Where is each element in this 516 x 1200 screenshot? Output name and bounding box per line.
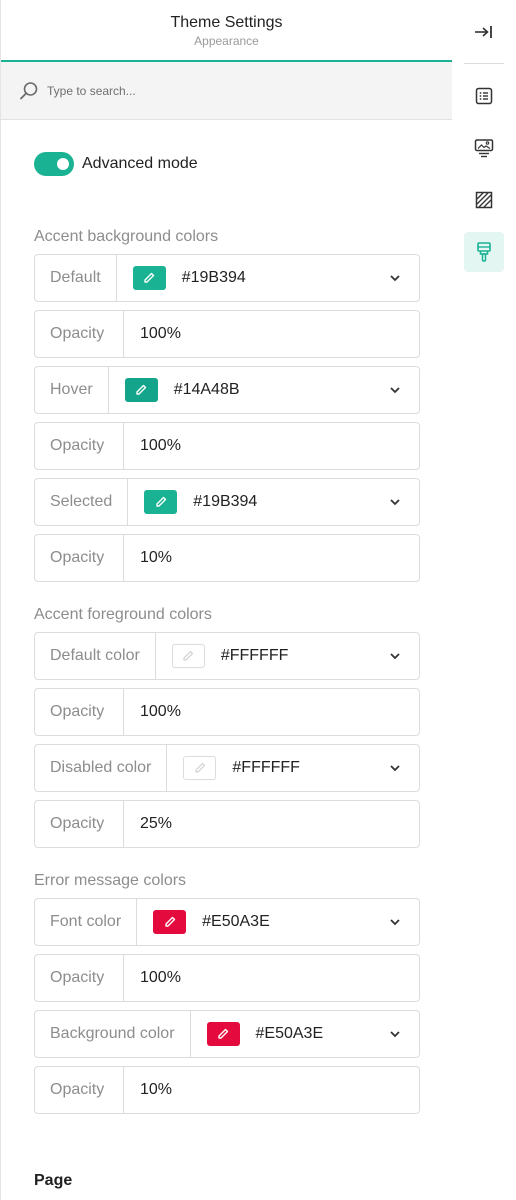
row-label: Disabled color xyxy=(35,745,168,791)
color-swatch[interactable] xyxy=(132,266,166,290)
eyedropper-icon xyxy=(183,650,194,661)
list-icon xyxy=(475,87,493,105)
general-tab-button[interactable] xyxy=(464,76,504,116)
toggle-knob xyxy=(57,158,69,170)
color-swatch[interactable] xyxy=(183,756,217,780)
eyedropper-icon xyxy=(156,496,166,507)
color-value[interactable]: #14A48B xyxy=(174,381,383,399)
panel-subtitle: Appearance xyxy=(194,34,259,48)
eyedropper-icon xyxy=(195,762,205,773)
accent-foreground-section: Accent foreground colors Default color #… xyxy=(34,606,420,848)
header-tab-button[interactable] xyxy=(464,128,504,168)
appearance-tab-button[interactable] xyxy=(464,232,504,272)
sidebar-divider xyxy=(464,63,504,64)
accent-fg-disabled-color: Disabled color #FFFFFF xyxy=(34,744,420,792)
chevron-down-icon[interactable] xyxy=(383,498,407,506)
accent-bg-default-opacity: Opacity 100% xyxy=(34,310,420,358)
accent-bg-hover-color: Hover #14A48B xyxy=(34,366,420,414)
color-swatch[interactable] xyxy=(124,378,158,402)
row-label: Font color xyxy=(35,899,138,945)
search-bar xyxy=(1,62,452,120)
right-sidebar xyxy=(452,0,516,1200)
section-title: Accent background colors xyxy=(34,228,219,245)
hatched-square-icon xyxy=(475,191,493,209)
advanced-mode-row: Advanced mode xyxy=(34,152,419,176)
row-label: Opacity xyxy=(35,801,124,847)
panel-header: Theme Settings Appearance xyxy=(1,0,452,62)
error-background-color: Background color #E50A3E xyxy=(34,1010,420,1058)
error-background-opacity: Opacity 10% xyxy=(34,1066,420,1114)
opacity-input[interactable]: 100% xyxy=(124,437,181,455)
background-tab-button[interactable] xyxy=(464,180,504,220)
eyedropper-icon xyxy=(136,384,147,395)
collapse-panel-icon xyxy=(475,26,492,38)
chevron-down-icon[interactable] xyxy=(383,386,407,394)
panel-title: Theme Settings xyxy=(170,14,283,31)
section-title: Accent foreground colors xyxy=(34,606,212,623)
color-value[interactable]: #19B394 xyxy=(193,493,383,511)
accent-bg-default-color: Default #19B394 xyxy=(34,254,420,302)
opacity-input[interactable]: 100% xyxy=(124,703,181,721)
color-value[interactable]: #FFFFFF xyxy=(232,759,383,777)
paint-brush-icon xyxy=(477,242,491,262)
accent-fg-disabled-opacity: Opacity 25% xyxy=(34,800,420,848)
color-value[interactable]: #E50A3E xyxy=(202,913,383,931)
advanced-mode-label: Advanced mode xyxy=(82,155,198,172)
eyedropper-icon xyxy=(144,272,155,283)
row-label: Background color xyxy=(35,1011,191,1057)
opacity-input[interactable]: 25% xyxy=(124,815,172,833)
opacity-input[interactable]: 100% xyxy=(124,325,181,343)
accent-bg-selected-opacity: Opacity 10% xyxy=(34,534,420,582)
accent-bg-selected-color: Selected #19B394 xyxy=(34,478,420,526)
row-label: Opacity xyxy=(35,311,124,357)
opacity-input[interactable]: 10% xyxy=(124,549,172,567)
page-section-heading: Page xyxy=(34,1172,73,1189)
row-label: Default color xyxy=(35,633,156,679)
row-label: Opacity xyxy=(35,689,124,735)
advanced-mode-toggle[interactable] xyxy=(34,152,74,176)
chevron-down-icon[interactable] xyxy=(383,652,407,660)
accent-fg-default-opacity: Opacity 100% xyxy=(34,688,420,736)
presentation-icon xyxy=(474,139,494,158)
accent-fg-default-color: Default color #FFFFFF xyxy=(34,632,420,680)
opacity-input[interactable]: 10% xyxy=(124,1081,172,1099)
color-swatch[interactable] xyxy=(144,490,178,514)
row-label: Opacity xyxy=(35,535,124,581)
row-label: Opacity xyxy=(35,1067,124,1113)
row-label: Default xyxy=(35,255,117,301)
collapse-panel-button[interactable] xyxy=(464,12,504,52)
search-input[interactable] xyxy=(47,83,427,98)
color-swatch[interactable] xyxy=(206,1022,240,1046)
chevron-down-icon[interactable] xyxy=(383,918,407,926)
eyedropper-icon xyxy=(218,1028,229,1039)
chevron-down-icon[interactable] xyxy=(383,1030,407,1038)
chevron-down-icon[interactable] xyxy=(383,764,407,772)
row-label: Hover xyxy=(35,367,109,413)
row-label: Opacity xyxy=(35,955,124,1001)
color-swatch[interactable] xyxy=(171,644,205,668)
search-icon xyxy=(20,81,38,99)
row-label: Selected xyxy=(35,479,129,525)
accent-bg-hover-opacity: Opacity 100% xyxy=(34,422,420,470)
settings-content: Advanced mode Accent background colors D… xyxy=(1,120,452,1190)
chevron-down-icon[interactable] xyxy=(383,274,407,282)
color-value[interactable]: #FFFFFF xyxy=(221,647,383,665)
theme-settings-panel: Theme Settings Appearance Advanced mode … xyxy=(0,0,452,1200)
error-message-section: Error message colors Font color #E50A3E … xyxy=(34,872,420,1114)
color-value[interactable]: #19B394 xyxy=(182,269,383,287)
eyedropper-icon xyxy=(164,916,175,927)
color-swatch[interactable] xyxy=(153,910,187,934)
section-title: Error message colors xyxy=(34,872,187,889)
opacity-input[interactable]: 100% xyxy=(124,969,181,987)
error-font-opacity: Opacity 100% xyxy=(34,954,420,1002)
error-font-color: Font color #E50A3E xyxy=(34,898,420,946)
color-value[interactable]: #E50A3E xyxy=(256,1025,383,1043)
accent-background-section: Accent background colors Default #19B394… xyxy=(34,228,420,582)
row-label: Opacity xyxy=(35,423,124,469)
